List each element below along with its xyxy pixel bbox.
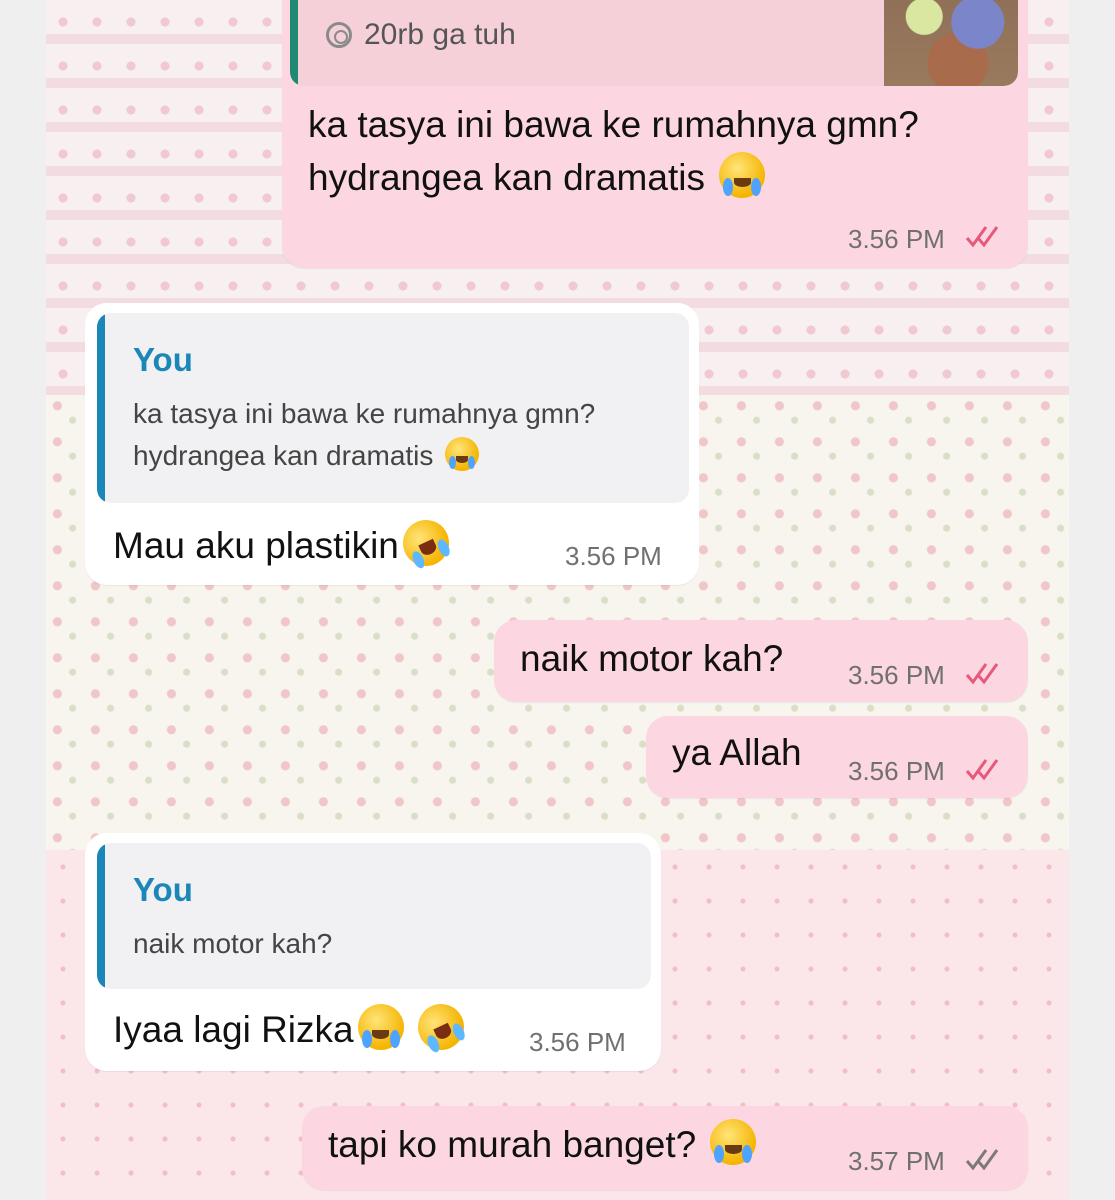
view-once-icon	[326, 22, 352, 48]
message-time: 3.56 PM	[848, 756, 945, 786]
message-text: ka tasya ini bawa ke rumahnya gmn? hydra…	[308, 104, 919, 198]
message-time: 3.56 PM	[565, 541, 662, 571]
message-bubble-incoming[interactable]: You naik motor kah? Iyaa lagi Rizka 3.56…	[85, 833, 661, 1071]
read-receipt-icon	[964, 756, 1004, 782]
rofl-face-icon	[410, 996, 472, 1058]
message-time: 3.56 PM	[848, 224, 945, 254]
message-bubble-incoming[interactable]: You ka tasya ini bawa ke rumahnya gmn? h…	[85, 303, 699, 585]
quote-author: You	[133, 341, 193, 378]
rofl-face-icon	[395, 512, 457, 574]
message-text: Iyaa lagi Rizka	[113, 996, 472, 1058]
loudly-crying-face-icon	[357, 1004, 404, 1050]
message-time: 3.56 PM	[848, 660, 945, 690]
loudly-crying-face-icon	[719, 152, 766, 198]
left-margin	[0, 0, 47, 1200]
quote-accent-bar	[97, 843, 105, 989]
message-bubble-outgoing[interactable]: tapi ko murah banget? 3.57 PM	[302, 1106, 1028, 1190]
quoted-reply[interactable]: You ka tasya ini bawa ke rumahnya gmn? h…	[97, 313, 689, 503]
delivered-receipt-icon	[964, 1146, 1004, 1172]
message-time: 3.56 PM	[529, 1027, 626, 1057]
message-text: ya Allah	[672, 732, 802, 773]
quote-text: naik motor kah?	[133, 928, 333, 959]
message-time: 3.57 PM	[848, 1146, 945, 1176]
quote-author: You	[133, 871, 193, 908]
read-receipt-icon	[964, 660, 1004, 686]
loudly-crying-face-icon	[445, 437, 480, 471]
chat-area[interactable]: 20rb ga tuh ka tasya ini bawa ke rumahny…	[46, 0, 1069, 1200]
loudly-crying-face-icon	[710, 1119, 757, 1165]
quote-accent-bar	[97, 313, 105, 503]
message-text: naik motor kah?	[520, 638, 784, 679]
quote-accent-bar	[290, 0, 298, 86]
right-margin	[1068, 0, 1115, 1200]
quote-text: ka tasya ini bawa ke rumahnya gmn? hydra…	[133, 398, 596, 471]
quote-thumbnail	[884, 0, 1018, 86]
quote-text: 20rb ga tuh	[364, 18, 516, 51]
message-bubble-outgoing[interactable]: ya Allah 3.56 PM	[646, 716, 1028, 798]
read-receipt-icon	[964, 223, 1004, 249]
message-bubble-outgoing[interactable]: 20rb ga tuh ka tasya ini bawa ke rumahny…	[282, 0, 1028, 268]
message-text: Mau aku plastikin	[113, 512, 457, 574]
message-text: tapi ko murah banget?	[328, 1118, 757, 1171]
message-bubble-outgoing[interactable]: naik motor kah? 3.56 PM	[494, 620, 1028, 702]
quoted-reply[interactable]: 20rb ga tuh	[290, 0, 1018, 86]
quoted-reply[interactable]: You naik motor kah?	[97, 843, 651, 989]
